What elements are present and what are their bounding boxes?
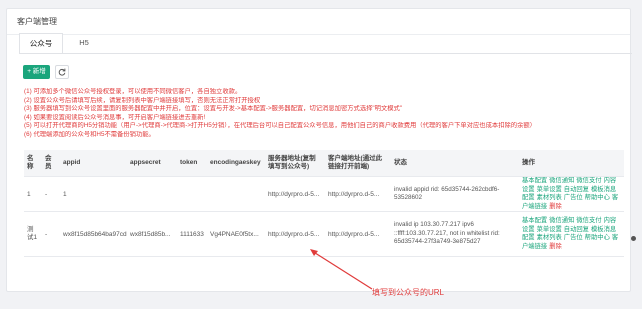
action-delete[interactable]: 删除 bbox=[549, 243, 562, 250]
action-material-list[interactable]: 素材列表 bbox=[537, 194, 562, 201]
cell-server-url[interactable]: http://dyrpro.d-5... bbox=[265, 211, 325, 257]
action-config[interactable]: 配置 bbox=[522, 234, 535, 241]
cell-actions: 基本配置 微信通知 微信支付 内容设置 菜单设置 自动回复 模板消息配置 素材列表 广告位 帮助中… bbox=[519, 211, 624, 257]
column-header: 客户端地址(通过此链接打开前端) bbox=[325, 150, 391, 177]
action-help-center[interactable]: 帮助中心 bbox=[585, 194, 610, 201]
page-title: 客户端管理 bbox=[7, 9, 630, 35]
cell-member: - bbox=[42, 176, 60, 212]
action-template-message[interactable]: 模板消息 bbox=[591, 186, 616, 193]
action-config[interactable]: 配置 bbox=[522, 194, 535, 201]
table-row: 测试1 - wx8f15d85b64ba97cd wx8f15d85b... 1… bbox=[24, 211, 624, 257]
cell-encodingaeskey bbox=[207, 176, 265, 212]
column-header: 会员 bbox=[42, 150, 60, 177]
cell-name: 测试1 bbox=[24, 211, 42, 257]
column-header: 名称 bbox=[24, 150, 42, 177]
action-wechat-pay[interactable]: 微信支付 bbox=[576, 217, 601, 224]
notice-item: (4) 如果要设置阅读后公众号消息事，可开启客户端链接进去重新! bbox=[24, 113, 206, 121]
cell-client-url[interactable]: http://dyrpro.d-5... bbox=[325, 176, 391, 212]
action-menu-settings[interactable]: 菜单设置 bbox=[537, 186, 562, 193]
notice-list: (1) 可添加多个微信公众号授权登录，可以使用不同微信客户，各自独立收款。 (2… bbox=[24, 88, 614, 139]
action-wechat-notify[interactable]: 微信通知 bbox=[549, 217, 574, 224]
action-help-center[interactable]: 帮助中心 bbox=[585, 234, 610, 241]
scroll-indicator bbox=[631, 236, 636, 241]
refresh-icon bbox=[58, 68, 66, 76]
action-basic-config[interactable]: 基本配置 bbox=[522, 217, 547, 224]
action-basic-config[interactable]: 基本配置 bbox=[522, 177, 547, 184]
notice-item: (6) 代理端添加的公众号和H5不需备份销功能。 bbox=[24, 130, 155, 138]
cell-member: - bbox=[42, 211, 60, 257]
action-template-message[interactable]: 模板消息 bbox=[591, 226, 616, 233]
tab-divider bbox=[19, 53, 632, 54]
action-wechat-notify[interactable]: 微信通知 bbox=[549, 177, 574, 184]
cell-encodingaeskey: Vg4PNAE0f5tx... bbox=[207, 211, 265, 257]
table-row: 1 - 1 http://dyrpro.d-5... http://dyrpro… bbox=[24, 176, 624, 212]
action-ad-slot[interactable]: 广告位 bbox=[564, 194, 583, 201]
cell-appsecret bbox=[127, 176, 177, 212]
notice-item: (1) 可添加多个微信公众号授权登录，可以使用不同微信客户，各自独立收款。 bbox=[24, 88, 242, 95]
cell-server-url[interactable]: http://dyrpro.d-5... bbox=[265, 176, 325, 212]
cell-client-url[interactable]: http://dyrpro.d-5... bbox=[325, 211, 391, 257]
cell-actions: 基本配置 微信通知 微信支付 内容设置 菜单设置 自动回复 模板消息配置 素材列表 广告位 帮助中… bbox=[519, 176, 624, 212]
cell-name: 1 bbox=[24, 176, 42, 212]
add-button[interactable]: + 新增 bbox=[23, 65, 50, 79]
cell-appid: wx8f15d85b64ba97cd bbox=[60, 211, 127, 257]
notice-item: (2) 设置公众号后请填写后续，请复制列表中客户端链接填写，否则无法正常打开授权 bbox=[24, 96, 261, 104]
annotation-label: 填写到公众号的URL bbox=[372, 288, 445, 297]
column-header: appid bbox=[60, 150, 127, 177]
cell-appsecret: wx8f15d85b... bbox=[127, 211, 177, 257]
column-header: encodingaeskey bbox=[207, 150, 265, 177]
cell-status: invalid ip 103.30.77.217 ipv6 ::ffff:103… bbox=[391, 211, 519, 257]
action-wechat-pay[interactable]: 微信支付 bbox=[576, 177, 601, 184]
cell-token: 1111633 bbox=[177, 211, 207, 257]
column-header: appsecret bbox=[127, 150, 177, 177]
action-ad-slot[interactable]: 广告位 bbox=[564, 234, 583, 241]
tab-h5[interactable]: H5 bbox=[63, 33, 105, 52]
action-material-list[interactable]: 素材列表 bbox=[537, 234, 562, 241]
column-header: 操作 bbox=[519, 150, 624, 177]
tab-bar: 公众号 H5 bbox=[19, 33, 105, 54]
cell-appid: 1 bbox=[60, 176, 127, 212]
column-header: 服务器地址(复制填写到公众号) bbox=[265, 150, 325, 177]
table-header-row: 名称 会员 appid appsecret token encodingaesk… bbox=[24, 150, 624, 177]
notice-item: (5) 可以打开代理商的H5分销功能（用户->代理商->代理商->打开H5分销）… bbox=[24, 122, 536, 129]
cell-status: invalid appid rid: 65d35744-262cbdf6-535… bbox=[391, 176, 519, 212]
notice-item: (3) 服务器填写到公众号设置里面的服务器配置中并开启，位置：设置与开发->基本… bbox=[24, 105, 403, 112]
action-delete[interactable]: 删除 bbox=[549, 203, 562, 210]
column-header: 状态 bbox=[391, 150, 519, 177]
tab-official-account[interactable]: 公众号 bbox=[19, 33, 63, 54]
action-auto-reply[interactable]: 自动回复 bbox=[564, 186, 589, 193]
column-header: token bbox=[177, 150, 207, 177]
client-table: 名称 会员 appid appsecret token encodingaesk… bbox=[24, 150, 624, 257]
cell-token bbox=[177, 176, 207, 212]
action-menu-settings[interactable]: 菜单设置 bbox=[537, 226, 562, 233]
action-auto-reply[interactable]: 自动回复 bbox=[564, 226, 589, 233]
refresh-button[interactable] bbox=[55, 65, 69, 79]
